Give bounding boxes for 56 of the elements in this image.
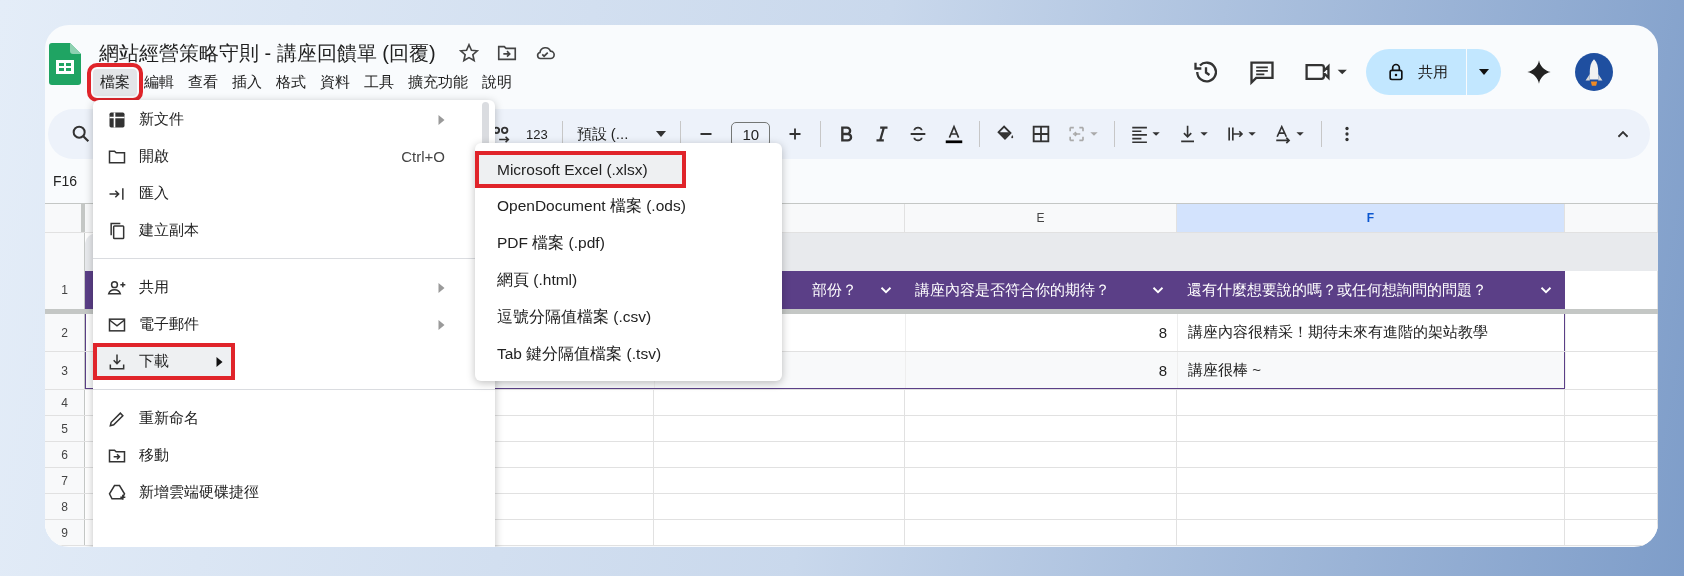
caret-icon bbox=[656, 131, 667, 137]
menu-item[interactable]: 網頁 (.html) bbox=[475, 262, 782, 299]
menu-item[interactable]: 說明 bbox=[475, 69, 519, 96]
menu-item[interactable]: 插入 bbox=[225, 69, 269, 96]
avatar[interactable] bbox=[1575, 53, 1613, 91]
table-cell: 講座很棒 ~ bbox=[1188, 360, 1261, 380]
row-number[interactable]: 1 bbox=[45, 271, 85, 309]
name-box[interactable]: F16 bbox=[53, 173, 78, 189]
menu-item[interactable]: 查看 bbox=[181, 69, 225, 96]
table-cell: 講座內容很精采！期待未來有進階的架站教學 bbox=[1188, 323, 1488, 342]
row-number[interactable]: 2 bbox=[45, 314, 85, 351]
column-header[interactable]: E bbox=[905, 204, 1176, 232]
menu-item[interactable]: 新文件 bbox=[93, 101, 475, 138]
column-title: 還有什麼想要說的嗎？或任何想詢問的問題？ bbox=[1187, 280, 1487, 300]
menu-item[interactable]: 資料 bbox=[313, 69, 357, 96]
table-cell: 8 bbox=[1158, 324, 1167, 341]
row-number[interactable]: 7 bbox=[45, 468, 85, 493]
number-format-button[interactable]: 123 bbox=[526, 126, 548, 142]
menu-item[interactable]: 移動 bbox=[93, 437, 475, 474]
menu-item[interactable]: 格式 bbox=[269, 69, 313, 96]
column-header[interactable]: F bbox=[1177, 204, 1564, 232]
table-cell: 8 bbox=[1158, 361, 1167, 379]
column-title: 部份？ bbox=[812, 280, 857, 300]
menu-item[interactable]: 下載 bbox=[93, 343, 235, 380]
lock-icon bbox=[1386, 62, 1406, 82]
font-dropdown[interactable]: 預設 (... bbox=[576, 124, 667, 144]
menu-item[interactable]: 建立副本 bbox=[93, 212, 475, 249]
menu-item[interactable]: PDF 檔案 (.pdf) bbox=[475, 225, 782, 262]
row-number[interactable]: 9 bbox=[45, 520, 85, 545]
menu-item[interactable]: 工具 bbox=[357, 69, 401, 96]
drive-add-icon bbox=[107, 482, 127, 503]
row-number[interactable]: 4 bbox=[45, 390, 85, 415]
menu-item[interactable]: 開啟 Ctrl+O bbox=[93, 138, 475, 175]
menu-item[interactable]: OpenDocument 檔案 (.ods) bbox=[475, 188, 782, 225]
sheets-logo-icon[interactable] bbox=[49, 43, 81, 85]
menu-item[interactable]: 匯入 bbox=[93, 175, 475, 212]
column-title: 講座內容是否符合你的期待？ bbox=[915, 280, 1110, 300]
menu-item[interactable]: 電子郵件 bbox=[93, 306, 475, 343]
menu-item[interactable]: 逗號分隔值檔案 (.csv) bbox=[475, 299, 782, 336]
row-number[interactable]: 8 bbox=[45, 494, 85, 519]
caret-icon[interactable] bbox=[1479, 69, 1489, 75]
row-number[interactable]: 5 bbox=[45, 416, 85, 441]
copy-icon bbox=[107, 220, 127, 241]
row-number[interactable]: 6 bbox=[45, 442, 85, 467]
menu-item[interactable]: Microsoft Excel (.xlsx) bbox=[475, 151, 686, 188]
search-icon[interactable] bbox=[70, 123, 92, 145]
menu-item[interactable]: 共用 bbox=[93, 269, 475, 306]
share-button[interactable]: 共用 bbox=[1366, 49, 1501, 95]
menu-item[interactable]: Tab 鍵分隔值檔案 (.tsv) bbox=[475, 336, 782, 373]
document-title[interactable]: 網站經營策略守則 - 講座回饋單 (回覆) bbox=[99, 39, 436, 67]
menu-item[interactable]: 新增雲端硬碟捷徑 bbox=[93, 474, 475, 511]
star-icon[interactable] bbox=[457, 42, 480, 64]
menu-item[interactable]: 編輯 bbox=[137, 69, 181, 96]
menu-item[interactable]: 重新命名 bbox=[93, 400, 475, 437]
menu-item[interactable]: 擴充功能 bbox=[401, 69, 475, 96]
row-number[interactable]: 3 bbox=[45, 352, 85, 389]
